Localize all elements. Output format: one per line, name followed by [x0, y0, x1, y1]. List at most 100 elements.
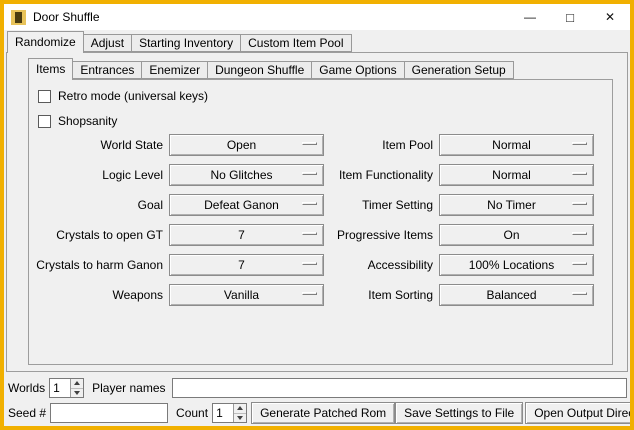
dropdown-value: Normal	[492, 138, 541, 152]
shopsanity-checkbox[interactable]: Shopsanity	[38, 114, 117, 128]
accessibility-dropdown[interactable]: 100% Locations	[439, 254, 594, 276]
maximize-button[interactable]: □	[550, 4, 590, 30]
title-bar: Door Shuffle — □ ✕	[4, 4, 630, 30]
spinner-up-button[interactable]	[71, 379, 83, 388]
dropdown-label: Item Functionality	[287, 168, 439, 182]
item-pool-row: Item Pool Normal	[287, 134, 594, 156]
dropdown-indicator-icon	[572, 292, 587, 295]
bottom-bar: Worlds Player names Seed # Count	[4, 372, 630, 426]
tab-label: Starting Inventory	[139, 36, 233, 50]
dropdown-value: On	[503, 228, 529, 242]
logic-level-row: Logic Level No Glitches	[29, 164, 324, 186]
weapons-row: Weapons Vanilla	[29, 284, 324, 306]
dropdown-indicator-icon	[572, 142, 587, 145]
tab-label: Randomize	[15, 35, 76, 49]
timer-setting-dropdown[interactable]: No Timer	[439, 194, 594, 216]
dropdown-indicator-icon	[572, 262, 587, 265]
dropdown-indicator-icon	[572, 232, 587, 235]
tab-dungeon-shuffle[interactable]: Dungeon Shuffle	[207, 61, 312, 79]
open-output-directory-button[interactable]: Open Output Directory	[525, 402, 634, 424]
save-settings-button[interactable]: Save Settings to File	[395, 402, 523, 424]
tab-label: Enemizer	[149, 63, 200, 77]
spinner-up-button[interactable]	[234, 404, 246, 413]
count-input[interactable]	[213, 404, 233, 422]
dropdown-label: Item Sorting	[287, 288, 439, 302]
close-icon: ✕	[605, 10, 615, 24]
item-sorting-dropdown[interactable]: Balanced	[439, 284, 594, 306]
tab-randomize[interactable]: Randomize	[7, 31, 84, 53]
generate-patched-rom-button[interactable]: Generate Patched Rom	[251, 402, 395, 424]
world-state-row: World State Open	[29, 134, 324, 156]
dropdown-label: Weapons	[29, 288, 169, 302]
checkbox-box[interactable]	[38, 90, 51, 103]
crystals-ganon-row: Crystals to harm Ganon 7	[29, 254, 324, 276]
dropdown-label: Crystals to harm Ganon	[29, 258, 169, 272]
seed-label: Seed #	[8, 406, 46, 420]
tab-enemizer[interactable]: Enemizer	[141, 61, 208, 79]
item-functionality-row: Item Functionality Normal	[287, 164, 594, 186]
tab-custom-item-pool[interactable]: Custom Item Pool	[240, 34, 351, 52]
tab-adjust[interactable]: Adjust	[83, 34, 132, 52]
player-names-input[interactable]	[172, 378, 628, 398]
item-functionality-dropdown[interactable]: Normal	[439, 164, 594, 186]
seed-row: Seed # Count Generate Patched Rom Save S…	[8, 402, 627, 424]
count-spinbox[interactable]	[212, 403, 247, 423]
dropdown-value: 100% Locations	[469, 258, 564, 272]
dropdown-indicator-icon	[572, 202, 587, 205]
player-names-label: Player names	[92, 381, 165, 395]
arrow-down-icon	[74, 391, 80, 395]
progressive-items-dropdown[interactable]: On	[439, 224, 594, 246]
tab-items[interactable]: Items	[28, 58, 73, 80]
worlds-spin-buttons	[70, 379, 83, 397]
settings-tab-bar: Items Entrances Enemizer Dungeon Shuffle…	[28, 58, 514, 79]
spinner-down-button[interactable]	[71, 388, 83, 398]
dropdown-label: Logic Level	[29, 168, 169, 182]
worlds-label: Worlds	[8, 381, 45, 395]
checkbox-box[interactable]	[38, 115, 51, 128]
tab-entrances[interactable]: Entrances	[72, 61, 142, 79]
worlds-input[interactable]	[50, 379, 70, 397]
dropdown-value: 7	[238, 258, 255, 272]
dropdown-label: Goal	[29, 198, 169, 212]
dropdown-label: World State	[29, 138, 169, 152]
dropdown-value: Normal	[492, 168, 541, 182]
tab-label: Dungeon Shuffle	[215, 63, 304, 77]
item-pool-dropdown[interactable]: Normal	[439, 134, 594, 156]
checkbox-label: Retro mode (universal keys)	[58, 89, 208, 103]
tab-generation-setup[interactable]: Generation Setup	[404, 61, 514, 79]
seed-input[interactable]	[50, 403, 168, 423]
timer-setting-row: Timer Setting No Timer	[287, 194, 594, 216]
randomize-pane: Items Entrances Enemizer Dungeon Shuffle…	[6, 52, 628, 372]
worlds-row: Worlds Player names	[8, 378, 627, 398]
tab-starting-inventory[interactable]: Starting Inventory	[131, 34, 241, 52]
close-button[interactable]: ✕	[590, 4, 630, 30]
tab-game-options[interactable]: Game Options	[311, 61, 404, 79]
items-pane: Retro mode (universal keys) Shopsanity W…	[28, 79, 613, 365]
dropdown-value: Vanilla	[224, 288, 269, 302]
tab-label: Custom Item Pool	[248, 36, 343, 50]
dropdown-value: No Glitches	[210, 168, 282, 182]
dropdown-indicator-icon	[572, 172, 587, 175]
dropdown-value: Balanced	[486, 288, 546, 302]
app-icon	[11, 10, 26, 25]
window-title: Door Shuffle	[33, 10, 510, 24]
dropdown-value: 7	[238, 228, 255, 242]
dropdown-label: Timer Setting	[287, 198, 439, 212]
spinner-down-button[interactable]	[234, 413, 246, 423]
accessibility-row: Accessibility 100% Locations	[287, 254, 594, 276]
tab-label: Items	[36, 62, 65, 76]
retro-mode-checkbox[interactable]: Retro mode (universal keys)	[38, 89, 208, 103]
minimize-icon: —	[524, 10, 536, 24]
dropdown-label: Item Pool	[287, 138, 439, 152]
dropdown-value: Defeat Ganon	[204, 198, 289, 212]
main-tab-bar: Randomize Adjust Starting Inventory Cust…	[7, 31, 352, 52]
maximize-icon: □	[566, 10, 574, 25]
goal-row: Goal Defeat Ganon	[29, 194, 324, 216]
dropdown-value: Open	[227, 138, 266, 152]
door-shuffle-window: Door Shuffle — □ ✕ Randomize Adjust Star…	[0, 0, 634, 430]
tab-label: Game Options	[319, 63, 396, 77]
count-label: Count	[176, 406, 208, 420]
tab-label: Entrances	[80, 63, 134, 77]
minimize-button[interactable]: —	[510, 4, 550, 30]
worlds-spinbox[interactable]	[49, 378, 84, 398]
